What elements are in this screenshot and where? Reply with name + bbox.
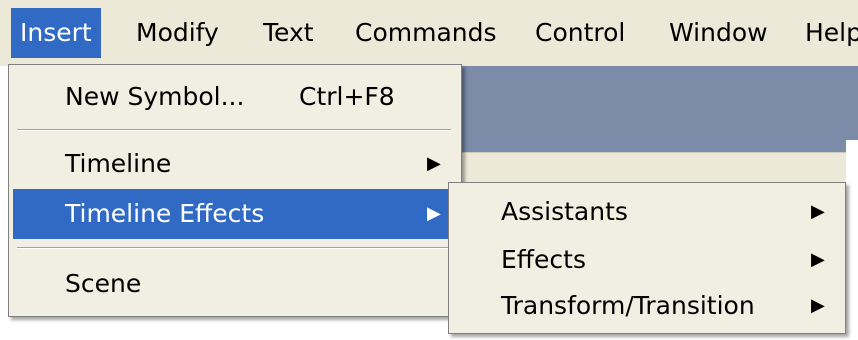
menu-text[interactable]: Text: [254, 8, 323, 58]
submenu-item-assistants[interactable]: Assistants ▶: [453, 189, 839, 235]
menu-separator: [17, 129, 451, 131]
menu-modify[interactable]: Modify: [127, 8, 228, 58]
chevron-right-icon: ▶: [427, 153, 441, 174]
submenu-item-effects[interactable]: Effects ▶: [453, 237, 839, 283]
transform-transition-label: Transform/Transition: [501, 291, 755, 320]
application-panel-edge: [846, 140, 858, 340]
chevron-right-icon: ▶: [427, 203, 441, 224]
application-toolbar-area: [460, 66, 858, 152]
chevron-right-icon: ▶: [811, 201, 825, 222]
menu-bar: Insert Modify Text Commands Control Wind…: [0, 0, 858, 66]
menu-control[interactable]: Control: [526, 8, 634, 58]
menu-commands[interactable]: Commands: [346, 8, 506, 58]
timeline-label: Timeline: [65, 149, 172, 178]
new-symbol-shortcut: Ctrl+F8: [299, 82, 395, 111]
chevron-right-icon: ▶: [811, 295, 825, 316]
menu-help[interactable]: Help: [796, 8, 858, 58]
new-symbol-label: New Symbol...: [65, 82, 245, 111]
menu-separator: [17, 247, 451, 249]
menu-item-timeline[interactable]: Timeline ▶: [13, 140, 455, 188]
timeline-effects-label: Timeline Effects: [65, 199, 265, 228]
menu-window[interactable]: Window: [660, 8, 777, 58]
scene-label: Scene: [65, 269, 142, 298]
effects-label: Effects: [501, 245, 586, 274]
insert-dropdown-menu: New Symbol... Ctrl+F8 Timeline ▶ Timelin…: [8, 64, 462, 317]
menu-item-scene[interactable]: Scene: [13, 259, 455, 309]
menu-item-new-symbol[interactable]: New Symbol... Ctrl+F8: [13, 71, 455, 123]
submenu-item-transform-transition[interactable]: Transform/Transition ▶: [453, 283, 839, 329]
menu-insert[interactable]: Insert: [11, 8, 101, 58]
chevron-right-icon: ▶: [811, 249, 825, 270]
application-panel-strip: [460, 152, 846, 183]
assistants-label: Assistants: [501, 197, 628, 226]
menu-item-timeline-effects[interactable]: Timeline Effects ▶: [13, 189, 455, 239]
timeline-effects-submenu: Assistants ▶ Effects ▶ Transform/Transit…: [448, 182, 846, 334]
